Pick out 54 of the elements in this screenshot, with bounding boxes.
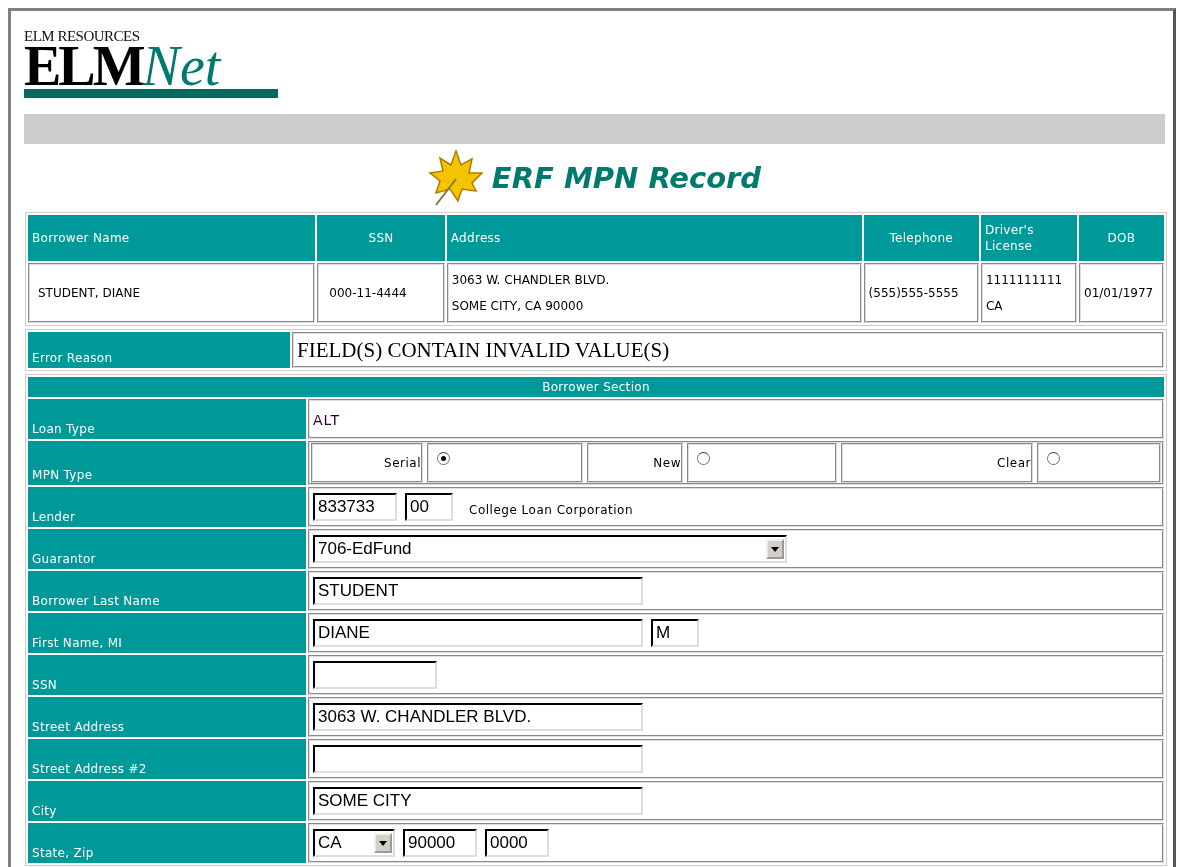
- radio-label: Clear: [841, 443, 1033, 483]
- input-field[interactable]: 90000: [403, 829, 477, 857]
- field-label: Lender: [28, 487, 306, 527]
- input-field[interactable]: DIANE: [313, 619, 643, 647]
- page-title: ERF MPN Record: [491, 161, 762, 195]
- input-field[interactable]: [313, 745, 643, 773]
- input-field[interactable]: 00: [405, 493, 453, 521]
- input-field[interactable]: 833733: [313, 493, 397, 521]
- column-header: SSN: [317, 215, 445, 261]
- column-header: Borrower Name: [28, 215, 316, 261]
- field-label: Loan Type: [28, 399, 306, 439]
- dropdown[interactable]: CA: [313, 829, 395, 857]
- column-header: Driver's License: [980, 215, 1077, 261]
- table-cell: 3063 W. CHANDLER BLVD. SOME CITY, CA 90000: [446, 263, 862, 323]
- table-cell: 000-11-4444: [317, 263, 445, 323]
- field-label: Borrower Last Name: [28, 571, 306, 611]
- input-field[interactable]: STUDENT: [313, 577, 643, 605]
- input-field[interactable]: SOME CITY: [313, 787, 643, 815]
- maple-leaf-icon: [427, 149, 484, 207]
- field-value: ALT: [313, 411, 340, 428]
- radio-button[interactable]: [437, 451, 450, 465]
- caret-icon[interactable]: [766, 539, 784, 559]
- radio-label: New: [587, 443, 683, 483]
- error-message: FIELD(S) CONTAIN INVALID VALUE(S): [297, 337, 670, 362]
- section-header: Borrower Section: [28, 377, 1164, 397]
- table-cell: 1111111111 CA: [980, 263, 1077, 323]
- radio-button[interactable]: [697, 451, 710, 465]
- table-cell: 01/01/1977: [1079, 263, 1164, 323]
- logo-wordmark: ELM: [24, 43, 143, 89]
- dropdown[interactable]: 706-EdFund: [313, 535, 787, 563]
- field-label: SSN: [28, 655, 306, 695]
- lender-name: College Loan Corporation: [469, 503, 634, 517]
- field-label: MPN Type: [28, 441, 306, 485]
- caret-icon[interactable]: [374, 833, 392, 853]
- table-cell: STUDENT, DIANE: [28, 263, 316, 323]
- input-field[interactable]: 3063 W. CHANDLER BLVD.: [313, 703, 643, 731]
- column-header: Telephone: [863, 215, 979, 261]
- input-field[interactable]: M: [651, 619, 699, 647]
- column-header: DOB: [1079, 215, 1164, 261]
- logo-wordmark-accent: Net: [142, 43, 221, 89]
- input-field[interactable]: [313, 661, 437, 689]
- column-header: Address: [446, 215, 862, 261]
- radio-label: Serial: [311, 443, 423, 483]
- field-label: Street Address #2: [28, 739, 306, 779]
- field-label: State, Zip: [28, 823, 306, 863]
- table-cell: (555)555-5555: [863, 263, 979, 323]
- logo-subtitle: ELM RESOURCES: [24, 29, 141, 43]
- field-label: City: [28, 781, 306, 821]
- field-label: First Name, MI: [28, 613, 306, 653]
- field-label: Error Reason: [28, 332, 290, 368]
- input-field[interactable]: 0000: [485, 829, 549, 857]
- field-label: Guarantor: [28, 529, 306, 569]
- radio-button[interactable]: [1047, 451, 1060, 465]
- field-label: Street Address: [28, 697, 306, 737]
